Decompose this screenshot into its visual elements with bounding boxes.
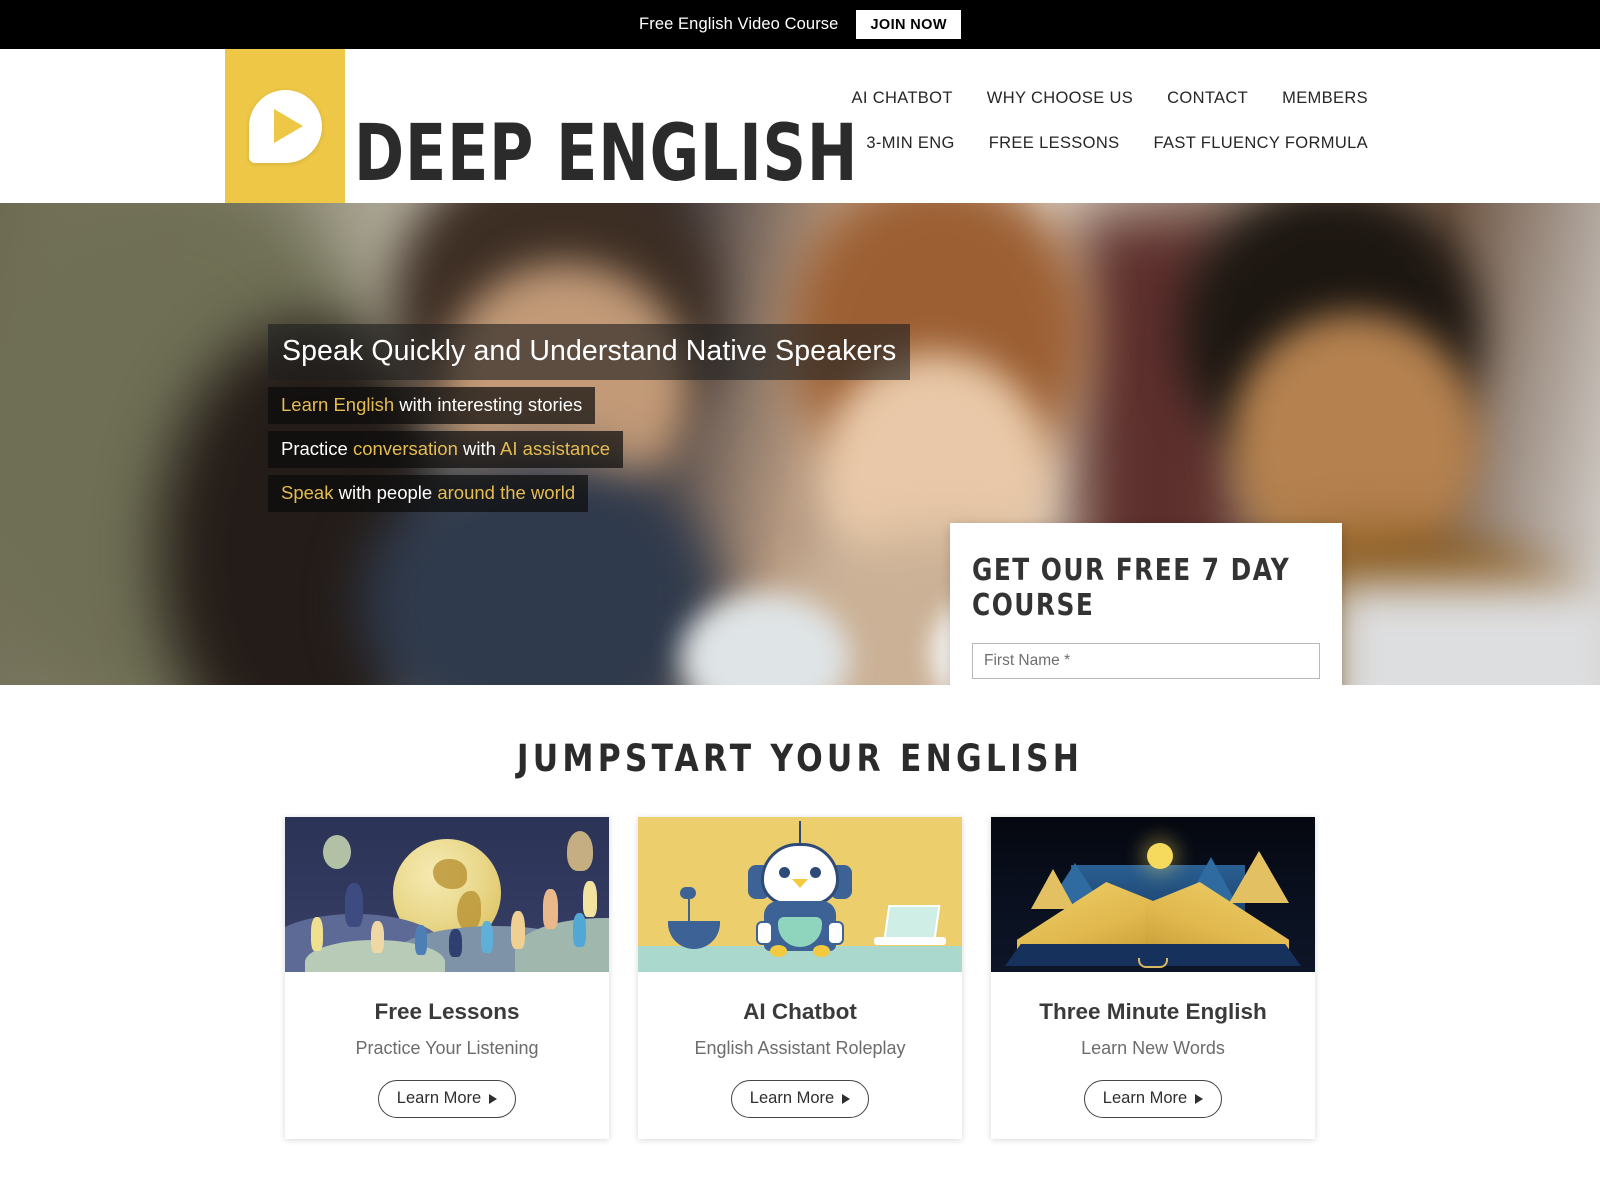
hero-bullet-2: Practice conversation with AI assistance — [268, 431, 624, 468]
nav-item-free-lessons[interactable]: FREE LESSONS — [989, 134, 1120, 153]
open-book-landscape-illustration — [991, 817, 1315, 972]
arrow-right-icon — [842, 1093, 851, 1104]
testimonials-title: WHAT PEOPLE ARE SAYING ABOUT US — [48, 1195, 1552, 1200]
card-title: Free Lessons — [374, 999, 520, 1024]
card-subtitle: English Assistant Roleplay — [694, 1038, 906, 1058]
site-header: DEEP ENGLISH AI CHATBOT WHY CHOOSE US CO… — [0, 49, 1600, 203]
learn-more-button-free-lessons[interactable]: Learn More — [377, 1080, 517, 1118]
learn-more-button-ai-chatbot[interactable]: Learn More — [730, 1080, 870, 1118]
learn-more-label: Learn More — [749, 1089, 835, 1107]
learn-more-label: Learn More — [1102, 1089, 1188, 1107]
hero-bullet-3: Speak with people around the world — [268, 475, 589, 512]
brand-wordmark: DEEP ENGLISH — [354, 109, 859, 199]
hero-bullet-2-highlight-a: conversation — [352, 438, 458, 459]
learn-more-label: Learn More — [396, 1089, 482, 1107]
optin-title: GET OUR FREE 7 DAY COURSE — [972, 553, 1291, 623]
arrow-right-icon — [489, 1093, 498, 1104]
card-subtitle: Learn New Words — [1081, 1038, 1225, 1058]
hero-copy: Speak Quickly and Understand Native Spea… — [268, 324, 911, 512]
robot-illustration — [638, 817, 962, 972]
logo-mark — [225, 49, 345, 203]
hero-bullet-2-highlight-b: AI assistance — [500, 438, 611, 459]
nav-item-ai-chatbot[interactable]: AI CHATBOT — [851, 89, 952, 108]
promo-bar: Free English Video Course JOIN NOW — [0, 0, 1600, 49]
hero-bullet-2-text-b: with — [457, 438, 501, 459]
card-title: Three Minute English — [1039, 999, 1267, 1024]
hero-title: Speak Quickly and Understand Native Spea… — [268, 324, 911, 380]
join-now-button[interactable]: JOIN NOW — [856, 10, 961, 39]
arrow-right-icon — [1195, 1093, 1204, 1104]
hero-bullet-3-highlight-a: Speak — [281, 482, 334, 503]
card-ai-chatbot[interactable]: AI Chatbot English Assistant Roleplay Le… — [638, 817, 962, 1139]
promo-text: Free English Video Course — [639, 15, 839, 33]
nav-item-fast-fluency-formula[interactable]: FAST FLUENCY FORMULA — [1153, 134, 1368, 153]
learn-more-button-three-minute-english[interactable]: Learn More — [1083, 1080, 1223, 1118]
hero-bullet-1-text: with interesting stories — [394, 394, 583, 415]
hero-bullet-2-text-a: Practice — [281, 438, 353, 459]
card-three-minute-english[interactable]: Three Minute English Learn New Words Lea… — [991, 817, 1315, 1139]
main-navigation: AI CHATBOT WHY CHOOSE US CONTACT MEMBERS… — [851, 89, 1368, 153]
optin-form: GET OUR FREE 7 DAY COURSE START FREE COU… — [950, 523, 1342, 685]
logo[interactable]: DEEP ENGLISH — [225, 49, 940, 203]
first-name-input[interactable] — [972, 643, 1320, 679]
nav-row-secondary: 3-MIN ENG FREE LESSONS FAST FLUENCY FORM… — [866, 134, 1368, 153]
card-title: AI Chatbot — [743, 999, 857, 1024]
jumpstart-title: JUMPSTART YOUR ENGLISH — [516, 737, 1084, 780]
hero-bullet-3-highlight-b: around the world — [437, 482, 576, 503]
play-triangle-icon — [274, 109, 303, 143]
jumpstart-cards: Free Lessons Practice Your Listening Lea… — [0, 817, 1600, 1139]
nav-item-members[interactable]: MEMBERS — [1282, 89, 1368, 108]
card-subtitle: Practice Your Listening — [355, 1038, 539, 1058]
play-bubble-icon — [248, 89, 322, 163]
nav-row-primary: AI CHATBOT WHY CHOOSE US CONTACT MEMBERS — [851, 89, 1368, 108]
hero-bullet-3-text: with people — [333, 482, 438, 503]
nav-item-3-min-eng[interactable]: 3-MIN ENG — [866, 134, 954, 153]
card-free-lessons[interactable]: Free Lessons Practice Your Listening Lea… — [285, 817, 609, 1139]
jumpstart-section: JUMPSTART YOUR ENGLISH Free Lessons Prac… — [0, 685, 1600, 1200]
nav-item-why-choose-us[interactable]: WHY CHOOSE US — [987, 89, 1133, 108]
hero-section: Speak Quickly and Understand Native Spea… — [0, 203, 1600, 685]
hero-bullet-1: Learn English with interesting stories — [268, 387, 596, 424]
hero-bullet-1-highlight: Learn English — [281, 394, 395, 415]
globe-people-illustration — [285, 817, 609, 972]
nav-item-contact[interactable]: CONTACT — [1167, 89, 1248, 108]
